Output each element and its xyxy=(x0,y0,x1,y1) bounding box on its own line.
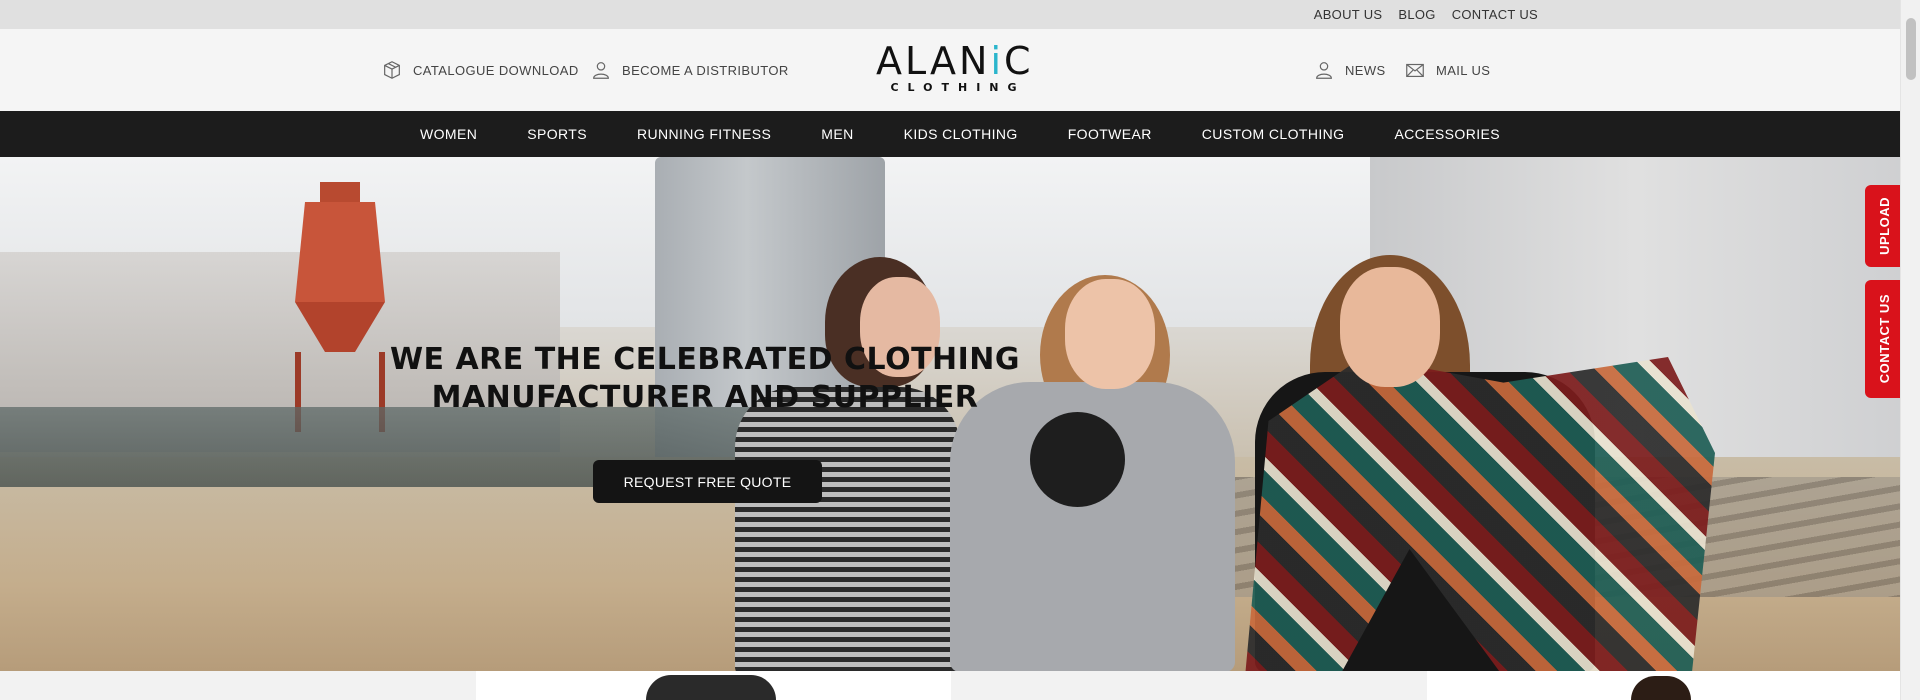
hero-title: WE ARE THE CELEBRATED CLOTHING MANUFACTU… xyxy=(380,341,1030,417)
product-image xyxy=(1631,676,1691,700)
main-nav: WOMEN SPORTS RUNNING FITNESS MEN KIDS CL… xyxy=(0,111,1900,157)
user-icon xyxy=(593,62,609,79)
user-icon xyxy=(1316,62,1332,79)
scrollbar-thumb[interactable] xyxy=(1906,18,1916,80)
top-utility-bar: ABOUT US BLOG CONTACT US xyxy=(0,0,1900,29)
product-card[interactable] xyxy=(1427,671,1900,700)
nav-item-custom-clothing[interactable]: CUSTOM CLOTHING xyxy=(1202,126,1345,142)
catalogue-download-label: CATALOGUE DOWNLOAD xyxy=(413,62,579,78)
logo-subtitle: CLOTHING xyxy=(890,81,1026,94)
nav-item-kids-clothing[interactable]: KIDS CLOTHING xyxy=(904,126,1018,142)
model-2-sweatshirt-logo xyxy=(1030,412,1125,507)
product-image xyxy=(646,675,776,700)
news-label: NEWS xyxy=(1345,62,1386,78)
become-distributor-link[interactable]: BECOME A DISTRIBUTOR xyxy=(590,29,789,111)
box-icon xyxy=(384,61,400,79)
request-free-quote-button[interactable]: REQUEST FREE QUOTE xyxy=(593,460,822,503)
contact-us-side-tab-label: CONTACT US xyxy=(1876,294,1892,384)
about-us-link[interactable]: ABOUT US xyxy=(1314,7,1383,22)
page-scrollbar[interactable] xyxy=(1900,0,1920,700)
contact-us-side-tab[interactable]: CONTACT US xyxy=(1865,280,1903,398)
contact-us-link[interactable]: CONTACT US xyxy=(1452,7,1538,22)
mail-icon xyxy=(1406,63,1424,78)
hero-banner: WE ARE THE CELEBRATED CLOTHING MANUFACTU… xyxy=(0,157,1900,671)
page: ABOUT US BLOG CONTACT US CATALOGUE DOWNL… xyxy=(0,0,1920,700)
catalogue-download-link[interactable]: CATALOGUE DOWNLOAD xyxy=(381,29,579,111)
upload-side-tab-label: UPLOAD xyxy=(1876,197,1892,255)
news-link[interactable]: NEWS xyxy=(1313,29,1386,111)
nav-item-men[interactable]: MEN xyxy=(821,126,853,142)
hero-title-line-1: WE ARE THE CELEBRATED CLOTHING xyxy=(389,342,1021,377)
upload-side-tab[interactable]: UPLOAD xyxy=(1865,185,1903,267)
logo-wordmark: ALANiC xyxy=(876,39,1034,83)
alanic-logo[interactable]: ALANiC CLOTHING xyxy=(876,41,1032,99)
top-links: ABOUT US BLOG CONTACT US xyxy=(1314,0,1538,29)
model-1-striped-shirt xyxy=(735,387,960,671)
become-distributor-label: BECOME A DISTRIBUTOR xyxy=(622,62,789,78)
nav-item-women[interactable]: WOMEN xyxy=(420,126,477,142)
mail-us-link[interactable]: MAIL US xyxy=(1404,29,1490,111)
site-header: CATALOGUE DOWNLOAD BECOME A DISTRIBUTOR … xyxy=(0,29,1900,111)
nav-item-running-fitness[interactable]: RUNNING FITNESS xyxy=(637,126,771,142)
blog-link[interactable]: BLOG xyxy=(1398,7,1435,22)
model-3-face xyxy=(1340,267,1440,387)
product-card[interactable] xyxy=(476,671,951,700)
product-strip xyxy=(0,671,1900,700)
nav-item-accessories[interactable]: ACCESSORIES xyxy=(1394,126,1500,142)
nav-item-sports[interactable]: SPORTS xyxy=(527,126,587,142)
model-2-face xyxy=(1065,279,1155,389)
model-3-poncho xyxy=(1245,357,1715,671)
hero-title-line-2: MANUFACTURER AND SUPPLIER xyxy=(431,380,979,415)
mail-us-label: MAIL US xyxy=(1436,62,1491,78)
nav-item-footwear[interactable]: FOOTWEAR xyxy=(1068,126,1152,142)
